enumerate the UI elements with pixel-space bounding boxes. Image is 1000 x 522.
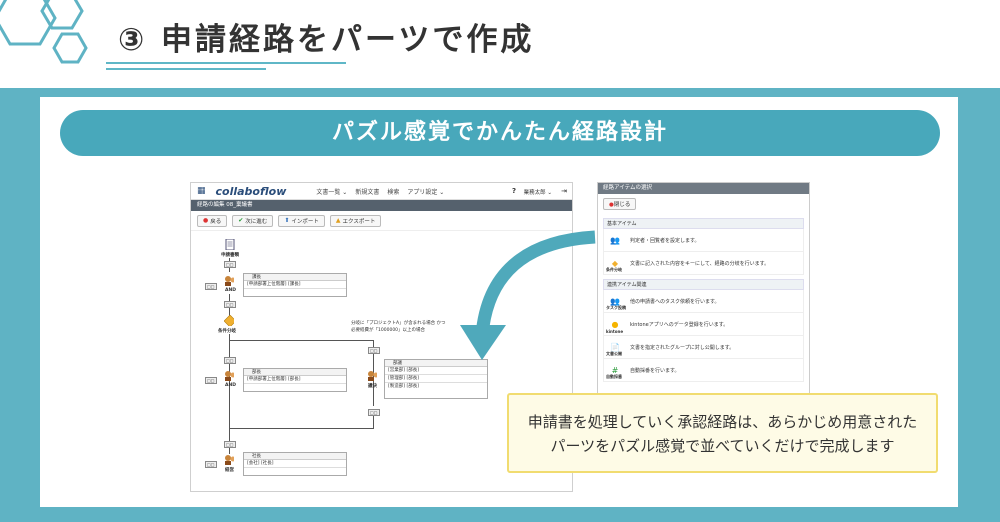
app-topbar: ▦ collaboflow 文書一覧 ⌄ 新規文書 検索 アプリ設定 ⌄ ? 業… (191, 183, 572, 200)
connector-tag[interactable]: □□ (368, 409, 380, 416)
link-items-header: 連携アイテム関連 (603, 279, 804, 290)
box-row: [管理部] [部長] (385, 375, 487, 383)
panel-header: 経路アイテムの選択 (598, 183, 809, 194)
approval-box-manager[interactable]: 部長 [申請部署上位階層] [部長] (243, 368, 347, 392)
menu-app-settings[interactable]: アプリ設定 ⌄ (407, 187, 444, 196)
box-title: 社長 (244, 453, 346, 460)
curved-arrow-icon (460, 230, 596, 360)
condition-note-2: 必要経費が「1000000」以上の場合 (351, 328, 426, 333)
approver-icon[interactable] (224, 370, 234, 381)
route-item-condition[interactable]: ◆ 条件分岐 文書に記入された内容をキーにして、経路の分岐を行います。 (603, 252, 804, 275)
explanation-callout: 申請書を処理していく承認経路は、あらかじめ用意された パーツをパズル感覚で並べて… (507, 393, 938, 473)
and-label: AND (225, 383, 236, 388)
user-menu[interactable]: 業務太郎 ⌄ (524, 188, 552, 196)
item-desc: 判定者・回覧者を設定します。 (630, 237, 700, 244)
route-item-panel: 経路アイテムの選択 ●閉じる 基本アイテム 👥 判定者・回覧者を設定します。 ◆… (597, 182, 810, 397)
kintone-icon: ● (611, 319, 619, 329)
connector-tag[interactable]: □□ (224, 261, 236, 268)
approver-icon[interactable] (367, 370, 377, 381)
item-desc: 文書を指定されたグループに対し公開します。 (630, 344, 735, 351)
item-label: 自動採番 (606, 374, 622, 379)
item-label: kintone (606, 329, 624, 334)
box-row: [会社] [社長] (244, 460, 346, 468)
approval-box-section-chief[interactable]: 課長 [申請部署上位階層] [課長] (243, 273, 347, 297)
import-button-label: インポート (291, 218, 319, 225)
route-item-task[interactable]: 👥 タスク投稿 他の申請書へのタスク依頼を行います。 (603, 290, 804, 313)
check-icon: ✔ (238, 217, 244, 224)
menu-search[interactable]: 検索 (387, 187, 399, 196)
item-desc: kintoneアプリへのデータ登録を行います。 (630, 321, 729, 328)
connector-tag[interactable]: □□ (205, 283, 217, 290)
start-node-label: 申請書類 (221, 253, 239, 258)
approval-box-president[interactable]: 社長 [会社] [社長] (243, 452, 347, 476)
box-row: [申請部署上位階層] [課長] (244, 281, 346, 289)
final-label: 経営 (225, 468, 234, 473)
route-item-kintone[interactable]: ● kintone kintoneアプリへのデータ登録を行います。 (603, 313, 804, 336)
item-label: 条件分岐 (606, 267, 622, 272)
app-grid-icon[interactable]: ▦ (197, 186, 206, 196)
title-underline (106, 62, 346, 64)
export-button[interactable]: ▲ エクスポート (329, 214, 382, 227)
connector-tag[interactable]: □□ (205, 377, 217, 384)
back-circle-icon: ● (203, 217, 209, 224)
callout-line-2: パーツをパズル感覚で並べていくだけで完成します (550, 437, 895, 455)
approver-icon[interactable] (224, 275, 234, 286)
connector-tag[interactable]: □□ (224, 357, 236, 364)
callout-line-1: 申請書を処理していく承認経路は、あらかじめ用意された (527, 413, 918, 431)
close-button-label: 閉じる (613, 202, 631, 208)
route-item-numbering[interactable]: # 自動採番 自動採番を行います。 (603, 359, 804, 382)
logout-icon[interactable]: ⇥ (561, 187, 567, 195)
item-desc: 他の申請書へのタスク依頼を行います。 (630, 298, 720, 305)
item-desc: 自動採番を行います。 (630, 367, 680, 374)
menu-new-document[interactable]: 新規文書 (355, 187, 379, 196)
menu-document-list[interactable]: 文書一覧 ⌄ (316, 187, 347, 196)
box-row: [申請部署上位階層] [部長] (244, 376, 346, 384)
item-desc: 文書に記入された内容をキーにして、経路の分岐を行います。 (630, 260, 770, 267)
people-icon: 👥 (610, 235, 620, 245)
condition-note-1: 分岐に「プロジェクトA」が含まれる場合 かつ (351, 321, 446, 326)
import-button[interactable]: ⬆ インポート (278, 214, 325, 227)
box-row: [製造部] [部長] (388, 384, 419, 389)
slide-title: ③ 申請経路をパーツで作成 (118, 22, 535, 58)
help-icon[interactable]: ? (512, 187, 516, 195)
and-label: AND (225, 288, 236, 293)
document-icon (225, 239, 235, 250)
route-item-publish[interactable]: 📄 文書公開 文書を指定されたグループに対し公開します。 (603, 336, 804, 359)
item-label: 文書公開 (606, 351, 622, 356)
next-button-label: 次に進む (245, 218, 268, 225)
connector-tag[interactable]: □□ (368, 347, 380, 354)
close-panel-button[interactable]: ●閉じる (603, 198, 637, 210)
app-logo[interactable]: collaboflow (216, 185, 287, 198)
route-item-approver[interactable]: 👥 判定者・回覧者を設定します。 (603, 229, 804, 252)
breadcrumb: 経路の編集 08_稟議書 (191, 200, 572, 211)
feature-banner: パズル感覚でかんたん経路設計 (60, 110, 940, 156)
connector-tag[interactable]: □□ (205, 461, 217, 468)
item-label: タスク投稿 (606, 305, 626, 310)
back-button-label: 戻る (210, 218, 222, 225)
basic-items-header: 基本アイテム (603, 218, 804, 229)
export-icon: ▲ (335, 217, 341, 224)
title-underline-short (106, 68, 266, 70)
parallel-label: 議決 (368, 384, 377, 389)
approver-icon[interactable] (224, 454, 234, 465)
hexagon-decoration-icon (0, 0, 88, 64)
import-icon: ⬆ (284, 217, 290, 224)
connector-tag[interactable]: □□ (224, 301, 236, 308)
back-button[interactable]: ● 戻る (197, 214, 228, 227)
box-title: 部長 (244, 369, 346, 376)
next-button[interactable]: ✔ 次に進む (232, 214, 274, 227)
condition-diamond-icon[interactable] (224, 315, 234, 326)
approval-box-department[interactable]: 部議 [営業部] [部長] [管理部] [部長] [製造部] [部長] (384, 359, 488, 399)
condition-label: 条件分岐 (218, 329, 236, 334)
box-row: [営業部] [部長] (385, 367, 487, 375)
connector-tag[interactable]: □□ (224, 441, 236, 448)
export-button-label: エクスポート (342, 218, 376, 225)
box-title: 課長 (244, 274, 346, 281)
